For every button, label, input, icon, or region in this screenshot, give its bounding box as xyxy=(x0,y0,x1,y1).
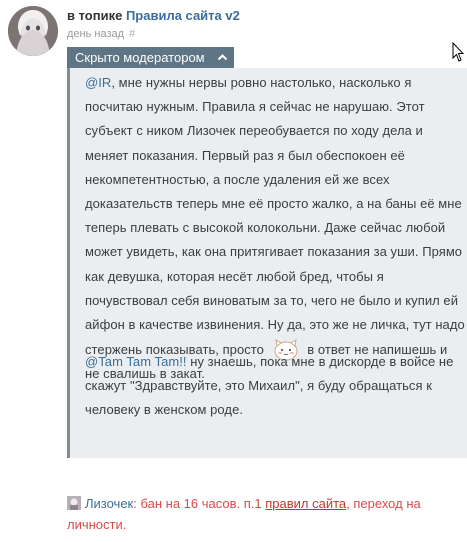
mention-link[interactable]: @IR xyxy=(85,75,111,90)
spoiler-content: @IR, мне нужны нервы ровно настолько, на… xyxy=(67,68,467,458)
post-time: день назад xyxy=(67,28,125,40)
mouse-cursor-icon xyxy=(452,42,464,62)
mention-link[interactable]: @Tam Tam Tam!! xyxy=(85,354,187,369)
spoiler-toggle-button[interactable]: Скрыто модератором xyxy=(67,47,234,68)
moderation-notice: Лизочек: бан на 16 часов. п.1 правил сай… xyxy=(67,493,457,535)
ban-text: : бан на 16 часов. п.1 xyxy=(133,496,266,511)
header-prefix: в топике xyxy=(67,8,123,23)
moderator-avatar-icon xyxy=(67,496,81,510)
rules-link[interactable]: правил сайта xyxy=(265,496,346,511)
message-paragraph: @Tam Tam Tam!! ну знаешь, пока мне в дис… xyxy=(85,350,465,423)
permalink[interactable]: # xyxy=(129,28,135,40)
topic-link[interactable]: Правила сайта v2 xyxy=(126,8,240,23)
spoiler-label: Скрыто модератором xyxy=(75,50,205,65)
moderator-link[interactable]: Лизочек xyxy=(85,496,133,511)
message-paragraph: @IR, мне нужны нервы ровно настолько, на… xyxy=(85,71,465,387)
avatar[interactable] xyxy=(8,6,58,56)
chevron-up-icon xyxy=(217,54,228,61)
message-text: , мне нужны нервы ровно настолько, наско… xyxy=(85,75,465,358)
post-header: в топике Правила сайта v2 xyxy=(67,8,240,23)
post-meta: день назад # xyxy=(67,28,135,40)
